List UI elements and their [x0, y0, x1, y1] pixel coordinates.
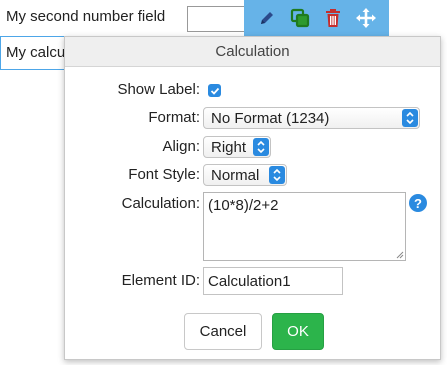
align-label: Align: [162, 138, 200, 155]
element-id-input[interactable]: Calculation1 [203, 267, 343, 295]
checkmark-icon [210, 87, 219, 95]
delete-button[interactable] [320, 5, 346, 31]
edit-button[interactable] [254, 5, 280, 31]
calculation-dialog: Calculation Show Label: Format: No Forma… [64, 36, 441, 360]
format-value: No Format (1234) [211, 109, 330, 127]
trash-icon [326, 9, 341, 27]
dialog-title: Calculation [65, 37, 440, 67]
font-style-value: Normal [211, 166, 260, 184]
select-arrows-icon [269, 166, 285, 184]
calculation-textarea[interactable]: (10*8)/2+2 [203, 192, 406, 261]
align-value: Right [211, 138, 247, 156]
select-arrows-icon [402, 109, 418, 127]
element-id-label: Element ID: [121, 272, 200, 289]
show-label-label: Show Label: [117, 81, 200, 98]
pencil-icon [260, 12, 273, 24]
move-icon [356, 8, 377, 28]
font-style-select[interactable]: Normal [203, 164, 287, 186]
align-select[interactable]: Right [203, 136, 271, 158]
show-label-checkbox[interactable] [208, 84, 221, 97]
font-style-label: Font Style: [128, 166, 200, 183]
cancel-button[interactable]: Cancel [184, 313, 262, 350]
move-handle[interactable] [353, 5, 379, 31]
element-toolbar [244, 0, 389, 36]
calculation-label: Calculation: [121, 195, 200, 212]
element-id-value: Calculation1 [208, 272, 291, 290]
format-label: Format: [148, 109, 200, 126]
format-select[interactable]: No Format (1234) [203, 107, 420, 129]
calculation-value: (10*8)/2+2 [208, 197, 279, 214]
help-icon[interactable]: ? [409, 194, 427, 212]
field-label-second-number: My second number field [6, 8, 166, 25]
copy-icon [290, 8, 309, 28]
field-label-calculation: My calculation [6, 44, 64, 61]
resize-grip-icon[interactable] [394, 249, 404, 259]
duplicate-button[interactable] [287, 5, 313, 31]
ok-button[interactable]: OK [272, 313, 324, 350]
select-arrows-icon [253, 138, 269, 156]
